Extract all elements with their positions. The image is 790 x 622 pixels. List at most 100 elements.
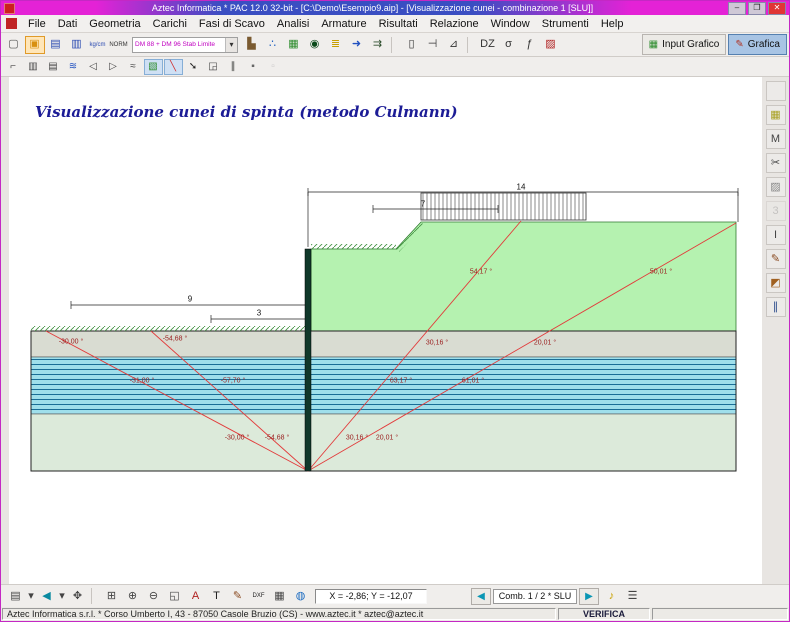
view-toolbar: ⌐▥▤≋◁▷≈▧╲➘◲∥▪▫ bbox=[1, 57, 789, 77]
app-icon bbox=[4, 3, 15, 14]
menu-analisi[interactable]: Analisi bbox=[271, 17, 315, 31]
text-icon[interactable]: T bbox=[207, 587, 227, 605]
pan-hand-icon[interactable]: ✥ bbox=[68, 587, 88, 605]
dz-table-icon[interactable]: DZ bbox=[478, 36, 498, 54]
soil-table-icon[interactable]: ▦ bbox=[284, 36, 304, 54]
combination-display[interactable]: Comb. 1 / 2 * SLU bbox=[493, 589, 577, 604]
units-icon[interactable]: kg/cm bbox=[88, 36, 108, 54]
section-icon[interactable]: ⌐ bbox=[4, 59, 23, 75]
open-file-icon[interactable]: ▣ bbox=[25, 36, 45, 54]
pressure-right-icon[interactable]: ▷ bbox=[104, 59, 123, 75]
grafica-button[interactable]: ✎ Grafica bbox=[728, 34, 787, 55]
print-icon[interactable]: ▤ bbox=[6, 587, 26, 605]
company-info: Aztec Informatica s.r.l. * Corso Umberto… bbox=[2, 608, 556, 620]
stratigraphy-icon[interactable]: ≣ bbox=[326, 36, 346, 54]
geometry-icon[interactable]: ▙ bbox=[242, 36, 262, 54]
materials-icon[interactable]: M bbox=[766, 129, 786, 149]
next-combination-button[interactable]: ▶ bbox=[579, 588, 599, 605]
three-d-icon: 3 bbox=[766, 201, 786, 221]
web-globe-icon[interactable]: ◍ bbox=[291, 587, 311, 605]
point-icon[interactable]: ▪ bbox=[244, 59, 263, 75]
wall-icon[interactable]: ▯ bbox=[402, 36, 422, 54]
back-menu-icon[interactable]: ▾ bbox=[58, 587, 67, 605]
print-menu-icon[interactable]: ▾ bbox=[27, 587, 36, 605]
right-tool-panel: ▦ M ✂ ▨ 3 I ✎ ◩ ∥ bbox=[762, 77, 789, 584]
menu-window[interactable]: Window bbox=[485, 17, 536, 31]
bell-icon[interactable]: ♪ bbox=[602, 587, 622, 605]
minimize-button[interactable]: – bbox=[728, 2, 746, 15]
wall-hatch-icon[interactable]: ▤ bbox=[44, 59, 63, 75]
bars-icon[interactable]: ∥ bbox=[766, 297, 786, 317]
pencil-icon: ✎ bbox=[735, 39, 743, 50]
maximize-button[interactable]: ❐ bbox=[748, 2, 766, 15]
title-bar[interactable]: Aztec Informatica * PAC 12.0 32-bit - [C… bbox=[1, 1, 789, 15]
displacement-icon[interactable]: ≈ bbox=[124, 59, 143, 75]
hatch-icon[interactable]: ▨ bbox=[766, 177, 786, 197]
drawing-canvas[interactable]: Visualizzazione cunei di spinta (metodo … bbox=[9, 77, 762, 584]
menu-armature[interactable]: Armature bbox=[315, 17, 372, 31]
zoom-window-icon[interactable]: ⊞ bbox=[102, 587, 122, 605]
menu-risultati[interactable]: Risultati bbox=[373, 17, 424, 31]
menu-geometria[interactable]: Geometria bbox=[83, 17, 146, 31]
anchors-icon[interactable]: ⊣ bbox=[423, 36, 443, 54]
globe-icon[interactable]: ◉ bbox=[305, 36, 325, 54]
chevron-down-icon: ▾ bbox=[225, 38, 237, 52]
workspace: Visualizzazione cunei di spinta (metodo … bbox=[1, 77, 789, 584]
main-toolbar: ▢▣▤▥kg/cmNORM DM 88 + DM 96 Stab Limite … bbox=[1, 33, 789, 57]
separator bbox=[391, 37, 398, 53]
mesh-icon[interactable]: ▦ bbox=[766, 105, 786, 125]
app-window: Aztec Informatica * PAC 12.0 32-bit - [C… bbox=[0, 0, 790, 622]
prev-combination-button[interactable]: ◀ bbox=[471, 588, 491, 605]
loads-icon[interactable]: ⇉ bbox=[368, 36, 388, 54]
status-filler bbox=[652, 608, 788, 620]
input-grafico-button[interactable]: ▦ Input Grafico bbox=[642, 34, 727, 55]
norms-combo[interactable]: DM 88 + DM 96 Stab Limite ▾ bbox=[132, 37, 238, 53]
springs-icon[interactable]: ≋ bbox=[64, 59, 83, 75]
arrow-se-icon[interactable]: ➘ bbox=[184, 59, 203, 75]
blank-icon: ▫ bbox=[264, 59, 283, 75]
close-button[interactable]: ✕ bbox=[768, 2, 786, 15]
draw-pencil-icon[interactable]: ✎ bbox=[228, 587, 248, 605]
blank-button[interactable] bbox=[766, 81, 786, 101]
section-drawing bbox=[9, 77, 762, 584]
arrow-right-icon[interactable]: ➜ bbox=[347, 36, 367, 54]
fs-table-icon[interactable]: ƒ bbox=[520, 36, 540, 54]
palette-icon[interactable]: ◩ bbox=[766, 273, 786, 293]
menu-dati[interactable]: Dati bbox=[52, 17, 84, 31]
drawing-title: Visualizzazione cunei di spinta (metodo … bbox=[35, 103, 458, 121]
back-icon[interactable]: ◀ bbox=[37, 587, 57, 605]
pressure-left-icon[interactable]: ◁ bbox=[84, 59, 103, 75]
results-table-icon[interactable]: ▨ bbox=[541, 36, 561, 54]
list-icon[interactable]: ☰ bbox=[623, 587, 643, 605]
norms-icon[interactable]: NORM bbox=[109, 36, 129, 54]
menu-relazione[interactable]: Relazione bbox=[424, 17, 485, 31]
menu-help[interactable]: Help bbox=[595, 17, 630, 31]
pause-icon[interactable]: ∥ bbox=[224, 59, 243, 75]
menu-carichi[interactable]: Carichi bbox=[147, 17, 193, 31]
new-file-icon[interactable]: ▢ bbox=[4, 36, 24, 54]
cut-icon[interactable]: ✂ bbox=[766, 153, 786, 173]
separator bbox=[91, 588, 98, 604]
culmann-wedges-icon[interactable]: ╲ bbox=[164, 59, 183, 75]
wall-view-icon[interactable]: ▥ bbox=[24, 59, 43, 75]
zoom-out-icon[interactable]: ⊖ bbox=[144, 587, 164, 605]
export-icon[interactable]: ▥ bbox=[67, 36, 87, 54]
save-icon[interactable]: ▤ bbox=[46, 36, 66, 54]
text-cursor-icon[interactable]: I bbox=[766, 225, 786, 245]
preview-icon[interactable]: ◲ bbox=[204, 59, 223, 75]
child-window-icon[interactable] bbox=[6, 18, 17, 29]
font-icon[interactable]: A bbox=[186, 587, 206, 605]
struts-icon[interactable]: ⊿ bbox=[444, 36, 464, 54]
dxf-export-icon[interactable]: DXF bbox=[249, 587, 269, 605]
zoom-in-icon[interactable]: ⊕ bbox=[123, 587, 143, 605]
snapshot-icon[interactable]: ▦ bbox=[270, 587, 290, 605]
profile-icon[interactable]: ∴ bbox=[263, 36, 283, 54]
pencil-icon[interactable]: ✎ bbox=[766, 249, 786, 269]
menu-file[interactable]: File bbox=[22, 17, 52, 31]
zoom-all-icon[interactable]: ◱ bbox=[165, 587, 185, 605]
diagram-icon[interactable]: ▧ bbox=[144, 59, 163, 75]
sigma-table-icon[interactable]: σ bbox=[499, 36, 519, 54]
status-bar: Aztec Informatica s.r.l. * Corso Umberto… bbox=[1, 607, 789, 621]
menu-fasi-di-scavo[interactable]: Fasi di Scavo bbox=[193, 17, 271, 31]
menu-strumenti[interactable]: Strumenti bbox=[536, 17, 595, 31]
